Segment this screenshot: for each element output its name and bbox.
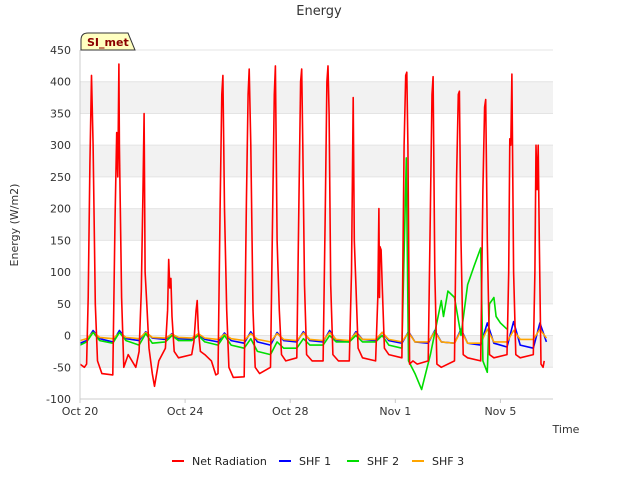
y-tick-label: 200 (50, 203, 71, 216)
legend-label-shf-3: SHF 3 (432, 455, 464, 468)
energy-chart: -100-50050100150200250300350400450 Oct 2… (8, 4, 580, 468)
y-tick-label: 350 (50, 107, 71, 120)
y-tick-label: 250 (50, 171, 71, 184)
x-tick-label: Oct 28 (272, 405, 309, 418)
y-tick-label: 300 (50, 139, 71, 152)
y-tick-label: 100 (50, 266, 71, 279)
x-tick-labels: Oct 20 Oct 24 Oct 28 Nov 1 Nov 5 (62, 399, 516, 418)
legend: Net Radiation SHF 1 SHF 2 SHF 3 (172, 455, 464, 468)
y-tick-labels: -100-50050100150200250300350400450 (46, 44, 71, 406)
y-tick-label: 450 (50, 44, 71, 57)
site-badge-label: SI_met (87, 36, 129, 49)
x-tick-label: Oct 20 (62, 405, 99, 418)
legend-label-shf-2: SHF 2 (367, 455, 399, 468)
x-tick-label: Oct 24 (167, 405, 204, 418)
legend-label-shf-1: SHF 1 (299, 455, 331, 468)
site-badge: SI_met (80, 32, 136, 51)
grid-band (80, 145, 553, 177)
grid-band (80, 81, 553, 114)
y-tick-label: 0 (64, 330, 71, 343)
x-tick-label: Nov 5 (484, 405, 516, 418)
x-tick-label: Nov 1 (379, 405, 411, 418)
y-axis-title: Energy (W/m2) (8, 184, 21, 267)
x-axis-title: Time (552, 423, 580, 436)
legend-label-net-radiation: Net Radiation (192, 455, 267, 468)
y-tick-label: 150 (50, 234, 71, 247)
y-tick-label: -50 (53, 361, 71, 374)
chart-title: Energy (296, 4, 342, 19)
y-tick-label: 400 (50, 76, 71, 89)
y-tick-label: 50 (57, 298, 71, 311)
